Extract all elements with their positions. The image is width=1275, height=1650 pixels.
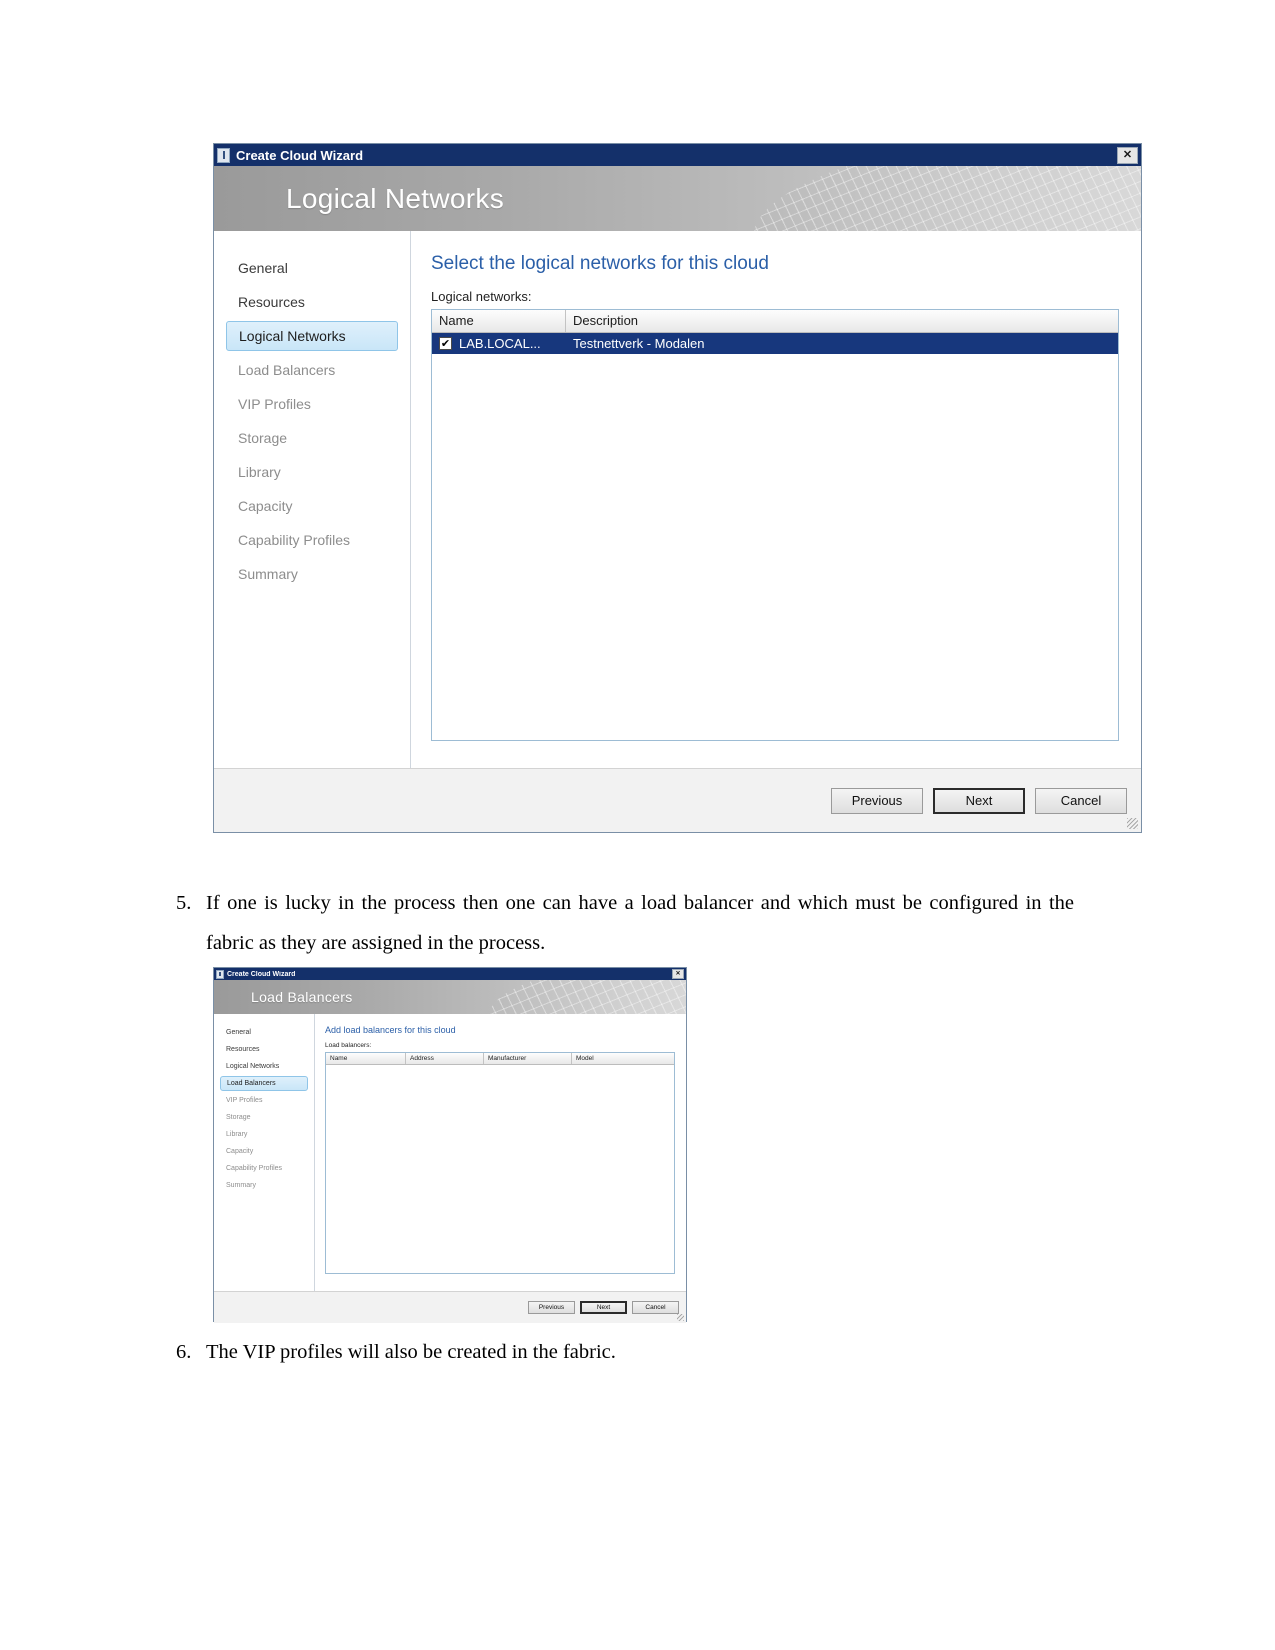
mesh-graphic-icon bbox=[744, 166, 1141, 231]
sidebar-item-label: Capability Profiles bbox=[226, 1165, 283, 1172]
row-name-cell[interactable]: ✔ LAB.LOCAL... bbox=[432, 333, 566, 354]
previous-button[interactable]: Previous bbox=[528, 1301, 575, 1314]
close-icon[interactable]: ✕ bbox=[1117, 146, 1138, 164]
sidebar-item-label: Library bbox=[238, 464, 281, 480]
sidebar-item-summary[interactable]: Summary bbox=[220, 1178, 308, 1193]
cancel-button[interactable]: Cancel bbox=[632, 1301, 679, 1314]
dialog-titlebar[interactable]: Create Cloud Wizard ✕ bbox=[214, 968, 686, 980]
wizard-step-sidebar: General Resources Logical Networks Load … bbox=[214, 231, 411, 768]
sidebar-item-label: Logical Networks bbox=[239, 328, 346, 344]
column-header-name[interactable]: Name bbox=[326, 1053, 406, 1064]
sidebar-item-label: Summary bbox=[226, 1182, 256, 1189]
page-title: Select the logical networks for this clo… bbox=[431, 253, 769, 274]
mesh-graphic-icon bbox=[483, 980, 686, 1014]
sidebar-item-label: Capacity bbox=[238, 498, 293, 514]
load-balancers-grid[interactable]: Name Address Manufacturer Model bbox=[325, 1052, 675, 1274]
sidebar-item-general[interactable]: General bbox=[220, 1025, 308, 1040]
sidebar-item-resources[interactable]: Resources bbox=[226, 287, 398, 317]
column-header-manufacturer[interactable]: Manufacturer bbox=[484, 1053, 572, 1064]
sidebar-item-label: Storage bbox=[238, 430, 288, 446]
dialog-footer: Previous Next Cancel bbox=[214, 768, 1141, 832]
banner-heading: Logical Networks bbox=[286, 182, 504, 214]
cancel-button[interactable]: Cancel bbox=[1035, 787, 1127, 814]
sidebar-item-label: Summary bbox=[238, 566, 298, 582]
sidebar-item-label: Capacity bbox=[226, 1148, 254, 1155]
sidebar-item-label: Logical Networks bbox=[226, 1063, 280, 1070]
logical-networks-grid[interactable]: Name Description ✔ LAB.LOCAL... Testnett… bbox=[431, 309, 1119, 741]
sidebar-item-general[interactable]: General bbox=[226, 253, 398, 283]
resize-grip-icon[interactable] bbox=[1127, 818, 1138, 829]
list-item: 5. If one is lucky in the process then o… bbox=[176, 884, 1074, 964]
column-header-model[interactable]: Model bbox=[572, 1053, 674, 1064]
page-title: Add load balancers for this cloud bbox=[325, 1025, 456, 1035]
sidebar-item-resources[interactable]: Resources bbox=[220, 1042, 308, 1057]
table-row[interactable]: ✔ LAB.LOCAL... Testnettverk - Modalen bbox=[432, 333, 1118, 354]
column-header-address[interactable]: Address bbox=[406, 1053, 484, 1064]
load-balancers-label: Load balancers: bbox=[325, 1042, 372, 1049]
sidebar-item-label: General bbox=[226, 1029, 251, 1036]
list-item-number: 5. bbox=[176, 892, 192, 914]
sidebar-item-label: Capability Profiles bbox=[238, 532, 351, 548]
sidebar-item-vip-profiles[interactable]: VIP Profiles bbox=[220, 1093, 308, 1108]
resize-grip-icon[interactable] bbox=[677, 1314, 684, 1321]
column-header-description[interactable]: Description bbox=[566, 310, 1118, 332]
sidebar-item-label: VIP Profiles bbox=[226, 1097, 263, 1104]
create-cloud-wizard-dialog-logical-networks[interactable]: Create Cloud Wizard ✕ Logical Networks G… bbox=[213, 143, 1142, 833]
sidebar-item-logical-networks[interactable]: Logical Networks bbox=[226, 321, 398, 351]
close-icon[interactable]: ✕ bbox=[672, 969, 684, 979]
sidebar-item-label: Library bbox=[226, 1131, 248, 1138]
sidebar-item-logical-networks[interactable]: Logical Networks bbox=[220, 1059, 308, 1074]
dialog-title: Create Cloud Wizard bbox=[236, 147, 364, 163]
wizard-icon bbox=[217, 147, 230, 163]
sidebar-item-vip-profiles[interactable]: VIP Profiles bbox=[226, 389, 398, 419]
dialog-body: General Resources Logical Networks Load … bbox=[214, 231, 1141, 768]
sidebar-item-summary[interactable]: Summary bbox=[226, 559, 398, 589]
column-header-name[interactable]: Name bbox=[432, 310, 566, 332]
next-button[interactable]: Next bbox=[580, 1301, 627, 1314]
banner-heading: Load Balancers bbox=[251, 989, 353, 1005]
wizard-content-pane: Add load balancers for this cloud Load b… bbox=[315, 1014, 686, 1291]
sidebar-item-load-balancers[interactable]: Load Balancers bbox=[220, 1076, 308, 1091]
row-name-text: LAB.LOCAL... bbox=[459, 336, 541, 351]
sidebar-item-capacity[interactable]: Capacity bbox=[220, 1144, 308, 1159]
grid-header-row: Name Address Manufacturer Model bbox=[326, 1053, 674, 1065]
previous-button[interactable]: Previous bbox=[831, 787, 923, 814]
sidebar-item-load-balancers[interactable]: Load Balancers bbox=[226, 355, 398, 385]
sidebar-item-storage[interactable]: Storage bbox=[226, 423, 398, 453]
sidebar-item-label: Load Balancers bbox=[227, 1080, 276, 1087]
row-description-cell: Testnettverk - Modalen bbox=[573, 336, 705, 351]
sidebar-item-capability-profiles[interactable]: Capability Profiles bbox=[220, 1161, 308, 1176]
dialog-titlebar[interactable]: Create Cloud Wizard ✕ bbox=[214, 144, 1141, 166]
dialog-footer: Previous Next Cancel bbox=[214, 1291, 686, 1323]
row-checkbox[interactable]: ✔ bbox=[439, 337, 452, 350]
next-button[interactable]: Next bbox=[933, 787, 1025, 814]
sidebar-item-label: Resources bbox=[226, 1046, 260, 1053]
list-item-text: If one is lucky in the process then one … bbox=[206, 892, 1074, 954]
wizard-step-sidebar: General Resources Logical Networks Load … bbox=[214, 1014, 315, 1291]
sidebar-item-label: VIP Profiles bbox=[238, 396, 311, 412]
sidebar-item-label: Resources bbox=[238, 294, 305, 310]
list-item-number: 6. bbox=[176, 1341, 192, 1363]
dialog-body: General Resources Logical Networks Load … bbox=[214, 1014, 686, 1291]
list-item: 6. The VIP profiles will also be created… bbox=[176, 1333, 1074, 1373]
sidebar-item-library[interactable]: Library bbox=[220, 1127, 308, 1142]
sidebar-item-library[interactable]: Library bbox=[226, 457, 398, 487]
wizard-content-pane: Select the logical networks for this clo… bbox=[411, 231, 1141, 768]
sidebar-item-capability-profiles[interactable]: Capability Profiles bbox=[226, 525, 398, 555]
logical-networks-label: Logical networks: bbox=[431, 289, 532, 304]
grid-header-row: Name Description bbox=[432, 310, 1118, 333]
dialog-banner: Logical Networks bbox=[214, 166, 1141, 231]
sidebar-item-label: Storage bbox=[226, 1114, 251, 1121]
sidebar-item-label: Load Balancers bbox=[238, 362, 336, 378]
sidebar-item-capacity[interactable]: Capacity bbox=[226, 491, 398, 521]
create-cloud-wizard-dialog-load-balancers[interactable]: Create Cloud Wizard ✕ Load Balancers Gen… bbox=[213, 967, 687, 1323]
sidebar-item-label: General bbox=[238, 260, 288, 276]
dialog-title: Create Cloud Wizard bbox=[227, 970, 296, 978]
list-item-text: The VIP profiles will also be created in… bbox=[206, 1341, 616, 1363]
dialog-banner: Load Balancers bbox=[214, 980, 686, 1014]
sidebar-item-storage[interactable]: Storage bbox=[220, 1110, 308, 1125]
wizard-icon bbox=[216, 969, 224, 979]
